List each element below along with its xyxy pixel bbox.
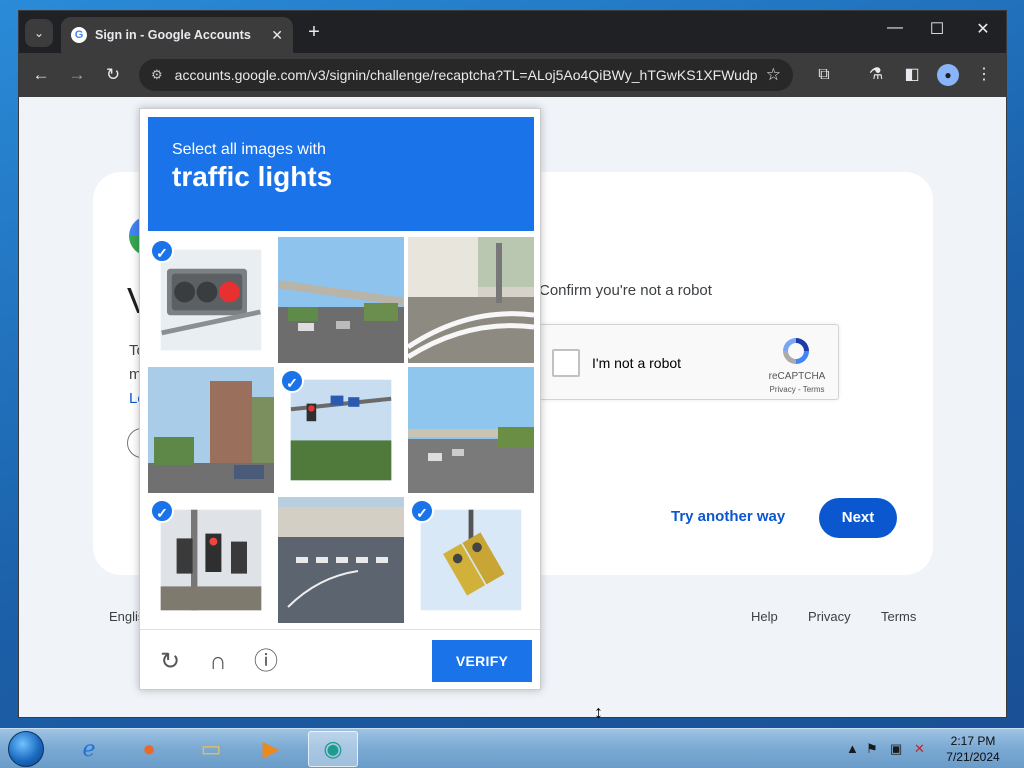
image-tile[interactable]: ✓ — [408, 497, 534, 623]
internet-explorer-icon[interactable]: ℯ — [64, 731, 114, 767]
network-icon[interactable]: ▣ — [890, 741, 902, 757]
windows-taskbar: ℯ ● ▭ ▶ ◉ ▲ ⚑ ▣ ✕ 2:17 PM 7/21/2024 — [0, 728, 1024, 768]
audio-challenge-headphones-icon[interactable]: ∩ — [204, 648, 232, 676]
highway-image — [408, 367, 534, 493]
reload-button[interactable]: ↻ — [101, 63, 125, 87]
file-explorer-icon[interactable]: ▭ — [186, 731, 236, 767]
reload-challenge-icon[interactable]: ↻ — [156, 648, 184, 676]
site-info-icon[interactable]: ⚙ — [151, 67, 163, 83]
city-building-image — [148, 367, 274, 493]
recaptcha-challenge: Select all images with traffic lights ✓ — [139, 108, 541, 690]
system-clock[interactable]: 2:17 PM 7/21/2024 — [938, 733, 1008, 765]
recaptcha-privacy-terms[interactable]: Privacy - Terms — [764, 385, 830, 394]
tile-selected-check-icon: ✓ — [150, 239, 174, 263]
info-icon[interactable]: ⓘ — [252, 648, 280, 676]
maximize-button[interactable]: ☐ — [917, 19, 957, 39]
image-tile[interactable] — [408, 367, 534, 493]
image-tile[interactable]: ✓ — [148, 237, 274, 363]
try-another-way-link[interactable]: Try another way — [671, 508, 785, 525]
start-button[interactable] — [8, 731, 44, 767]
clock-date: 7/21/2024 — [946, 750, 1000, 764]
tile-selected-check-icon: ✓ — [150, 499, 174, 523]
challenge-prompt: Select all images with — [172, 141, 326, 158]
traffic-light-image — [160, 249, 262, 351]
address-bar[interactable]: ⚙ accounts.google.com/v3/signin/challeng… — [139, 59, 793, 91]
image-tile[interactable] — [278, 237, 404, 363]
back-button[interactable]: ← — [29, 63, 53, 87]
not-robot-label: I'm not a robot — [592, 355, 682, 371]
not-robot-checkbox[interactable] — [552, 349, 580, 377]
recaptcha-brand: reCAPTCHA — [768, 371, 826, 382]
media-player-icon[interactable]: ▶ — [246, 731, 296, 767]
tile-selected-check-icon: ✓ — [280, 369, 304, 393]
forward-button[interactable]: → — [65, 63, 89, 87]
yellow-traffic-light-image — [420, 509, 522, 611]
image-grid: ✓ ✓ ✓ ✓ — [148, 237, 534, 623]
terms-link[interactable]: Terms — [881, 609, 916, 624]
close-tab-icon[interactable]: ✕ — [271, 27, 283, 44]
browser-toolbar: ← → ↻ ⚙ accounts.google.com/v3/signin/ch… — [19, 53, 1006, 97]
next-button[interactable]: Next — [819, 498, 897, 538]
chevron-down-icon: ⌄ — [33, 26, 45, 40]
url-text: accounts.google.com/v3/signin/challenge/… — [174, 67, 758, 83]
challenge-footer: ↻ ∩ ⓘ VERIFY — [140, 629, 540, 691]
tray-expand-icon[interactable]: ▲ — [846, 741, 859, 756]
verify-button[interactable]: VERIFY — [432, 640, 532, 682]
tab-sign-in[interactable]: G Sign in - Google Accounts ✕ — [61, 17, 293, 53]
recaptcha-logo-icon — [783, 338, 809, 364]
minimize-button[interactable]: — — [875, 19, 915, 37]
tile-selected-check-icon: ✓ — [410, 499, 434, 523]
tab-title: Sign in - Google Accounts — [95, 28, 251, 42]
new-tab-button[interactable]: + — [302, 21, 326, 43]
resize-cursor-icon: ↕ — [594, 702, 603, 722]
firefox-icon[interactable]: ● — [124, 731, 174, 767]
labs-flask-icon[interactable]: ⚗ — [865, 64, 887, 86]
clock-time: 2:17 PM — [950, 734, 996, 748]
help-link[interactable]: Help — [751, 609, 778, 624]
challenge-header: Select all images with traffic lights — [148, 117, 534, 231]
action-center-flag-icon[interactable]: ⚑ — [866, 741, 878, 757]
extensions-icon[interactable]: ⧉ — [813, 64, 835, 86]
menu-kebab-icon[interactable]: ⋮ — [973, 64, 995, 86]
image-tile[interactable] — [148, 367, 274, 493]
image-tile[interactable] — [278, 497, 404, 623]
crosswalk-image — [278, 497, 404, 623]
tab-search-button[interactable]: ⌄ — [25, 19, 53, 47]
street-overpass-image — [278, 237, 404, 363]
traffic-light-sign-image — [290, 379, 392, 481]
recaptcha-widget: I'm not a robot reCAPTCHA Privacy - Term… — [539, 324, 839, 400]
image-tile[interactable]: ✓ — [278, 367, 404, 493]
side-panel-icon[interactable]: ◧ — [901, 64, 923, 86]
google-favicon-icon: G — [71, 27, 87, 43]
challenge-target: traffic lights — [172, 161, 333, 192]
traffic-lights-pole-image — [160, 509, 262, 611]
volume-muted-icon[interactable]: ✕ — [914, 741, 925, 757]
chrome-taskbar-icon[interactable]: ◉ — [308, 731, 358, 767]
image-tile[interactable] — [408, 237, 534, 363]
bookmark-star-icon[interactable]: ☆ — [766, 65, 781, 85]
building-railing-image — [408, 237, 534, 363]
profile-avatar-icon[interactable]: ● — [937, 64, 959, 86]
close-window-button[interactable]: ✕ — [963, 19, 1003, 39]
tab-strip: ⌄ G Sign in - Google Accounts ✕ + — ☐ ✕ — [19, 11, 1006, 53]
privacy-link[interactable]: Privacy — [808, 609, 851, 624]
confirm-robot-text: Confirm you're not a robot — [539, 282, 712, 299]
image-tile[interactable]: ✓ — [148, 497, 274, 623]
